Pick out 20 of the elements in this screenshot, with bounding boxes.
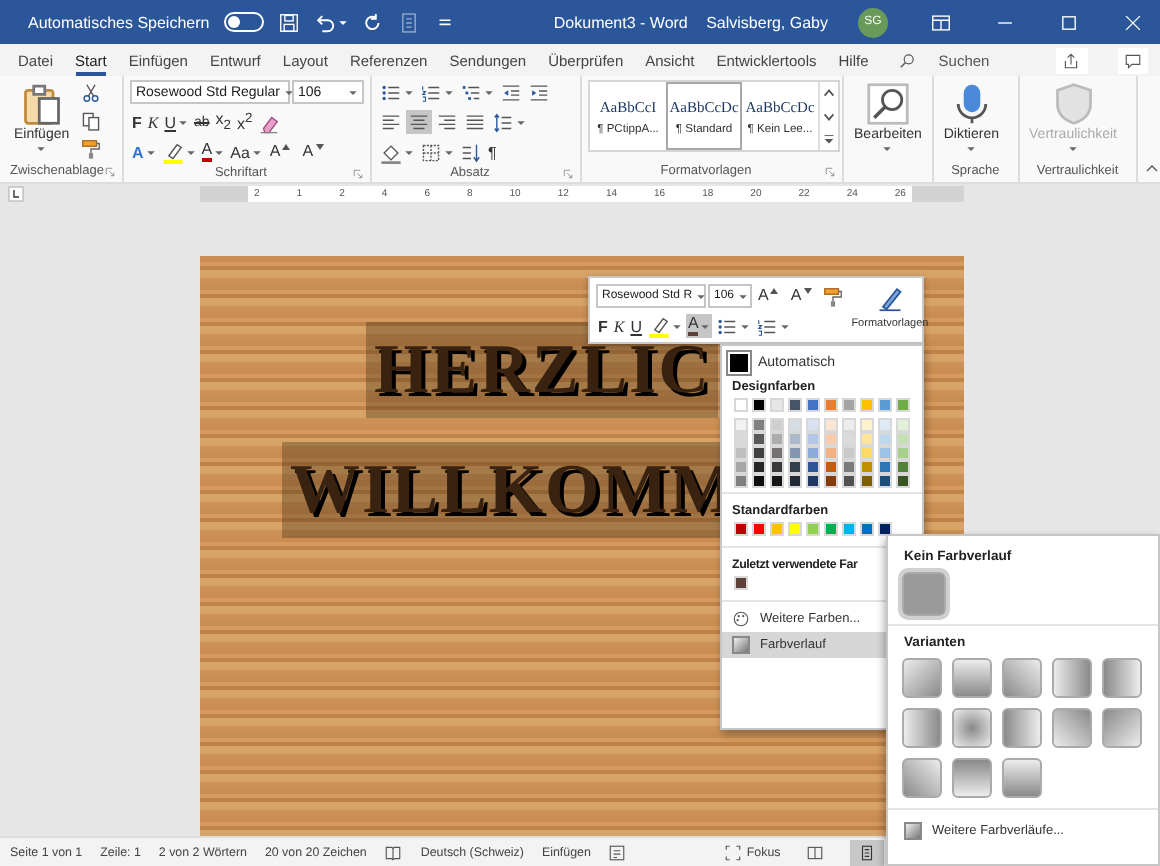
font-color-button[interactable]: A [199,140,227,164]
underline-button[interactable]: U [628,314,645,338]
grow-font-button[interactable]: A [754,284,785,308]
shrink-font-button[interactable]: A [298,140,330,164]
shrink-font-button[interactable]: A [786,284,818,308]
grow-font-button[interactable]: A [265,140,297,164]
show-formatting-button[interactable]: ¶ [485,140,499,164]
bold-button[interactable]: F [596,314,610,338]
bold-button[interactable]: F [129,110,144,134]
subscript-button[interactable]: x$_{2}$ [213,110,233,134]
text-effect-button[interactable]: A [129,140,158,164]
italic-button[interactable]: K [145,110,161,134]
window-title: Dokument3 - Word [551,13,690,31]
font-color-button[interactable]: A [686,314,713,338]
underline-button[interactable]: U [162,110,190,134]
change-case-button[interactable]: Aa [228,140,264,164]
italic-button[interactable]: K [611,314,627,338]
superscript-button[interactable]: x$^{2}$ [235,110,255,134]
autosave-label: Automatisches Speichern [28,13,210,31]
user-name: Salvisberg, Gaby [706,13,828,31]
